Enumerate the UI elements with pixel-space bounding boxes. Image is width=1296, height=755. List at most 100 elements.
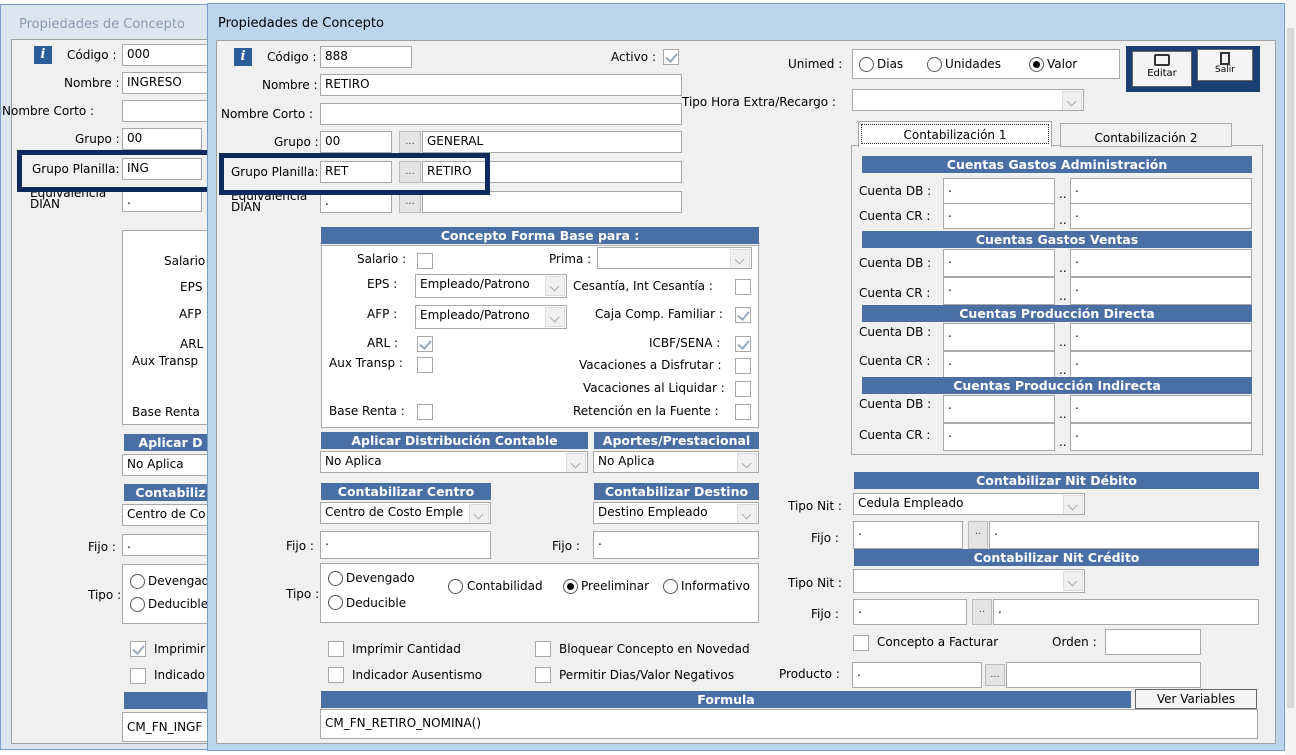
fijo-credito-lookup-button[interactable]: .. <box>972 599 992 625</box>
info-icon[interactable]: i <box>34 46 52 64</box>
salir-button[interactable]: Salir <box>1197 49 1253 81</box>
tipo-deducible-radio[interactable] <box>130 597 145 612</box>
aux-transp-checkbox[interactable] <box>417 357 433 373</box>
eps-chevron-down-icon[interactable] <box>545 276 565 296</box>
tipo-deducible-radio[interactable] <box>328 595 343 610</box>
afp-chevron-down-icon[interactable] <box>545 307 565 327</box>
retencion-checkbox[interactable] <box>735 404 751 420</box>
unimed-valor-radio[interactable] <box>1029 57 1044 72</box>
codigo-field[interactable]: 888 <box>320 46 412 68</box>
codigo-field[interactable]: 000 <box>122 44 217 66</box>
orden-field[interactable] <box>1105 629 1201 655</box>
indicador-ausentismo-checkbox[interactable] <box>328 667 344 683</box>
grupo-field[interactable]: 00 <box>320 131 392 153</box>
tipo-deducible-label: Deducible <box>346 596 407 610</box>
fijo-destino-field[interactable]: . <box>593 531 759 559</box>
tipo-devengado-radio[interactable] <box>328 571 343 586</box>
grupo-lookup-button[interactable]: ... <box>399 131 421 153</box>
retencion-label: Retención en la Fuente : <box>573 404 719 418</box>
aplicar-select[interactable]: No Aplica <box>320 451 588 473</box>
scrollbar-thumb[interactable] <box>1287 28 1294 708</box>
salir-label: Salir <box>1215 65 1235 75</box>
chevron-down-icon[interactable] <box>730 249 750 268</box>
unimed-unidades-radio[interactable] <box>927 57 942 72</box>
producto-field[interactable]: . <box>852 662 982 688</box>
fijo-field[interactable]: . <box>320 531 491 559</box>
formula-field[interactable]: CM_FN_RETIRO_NOMINA() <box>320 709 1258 739</box>
front-window: Propiedades de Concepto i Código : 888 A… <box>207 3 1285 751</box>
tipo-devengado-radio[interactable] <box>130 574 145 589</box>
unimed-dias-radio[interactable] <box>859 57 874 72</box>
tab-contabilizacion-1[interactable]: Contabilización 1 <box>858 121 1052 147</box>
cesantia-checkbox[interactable] <box>735 279 751 295</box>
formula-header <box>124 692 217 709</box>
tipo-nit-credito-select[interactable] <box>853 569 1085 593</box>
nombre-corto-field[interactable] <box>122 100 217 122</box>
imprimir-checkbox[interactable] <box>130 641 146 657</box>
cpd-db-field[interactable]: . <box>943 323 1055 351</box>
chevron-down-icon[interactable] <box>566 453 586 472</box>
cga-cr-field[interactable]: . <box>943 203 1055 229</box>
cpd-cr-field[interactable]: . <box>943 351 1055 379</box>
cpi-db-label: Cuenta DB : <box>859 397 932 411</box>
caja-checkbox[interactable] <box>735 307 751 323</box>
chevron-down-icon[interactable] <box>1063 571 1083 591</box>
nombre-field[interactable]: RETIRO <box>320 74 682 96</box>
salario-checkbox[interactable] <box>417 253 433 269</box>
base-renta-checkbox[interactable] <box>417 404 433 420</box>
equivalencia-field[interactable]: . <box>122 190 202 212</box>
nombre-field[interactable]: INGRESO <box>122 72 217 94</box>
ver-variables-button[interactable]: Ver Variables <box>1135 689 1257 709</box>
nombre-label: Nombre : <box>64 76 120 90</box>
vac-disfrutar-checkbox[interactable] <box>735 358 751 374</box>
fijo-field[interactable]: . <box>122 534 217 556</box>
aportes-select[interactable]: No Aplica <box>593 451 759 473</box>
fijo-debito-field[interactable]: . <box>853 521 963 549</box>
bloquear-checkbox[interactable] <box>535 641 551 657</box>
chevron-down-icon[interactable] <box>1063 495 1083 514</box>
chevron-down-icon[interactable] <box>1062 91 1082 110</box>
arl-checkbox[interactable] <box>417 336 433 352</box>
permitir-negativos-checkbox[interactable] <box>535 667 551 683</box>
centro-select[interactable]: Centro de Co <box>122 504 217 526</box>
prima-select[interactable] <box>597 247 752 269</box>
vac-liquidar-checkbox[interactable] <box>735 381 751 397</box>
cga-db-field[interactable]: . <box>943 178 1055 204</box>
editar-button[interactable]: Editar <box>1132 51 1192 87</box>
imprimir-cantidad-checkbox[interactable] <box>328 641 344 657</box>
tab-contabilizacion-2[interactable]: Contabilización 2 <box>1060 123 1232 147</box>
indicador-checkbox[interactable] <box>130 668 146 684</box>
nombre-corto-label: Nombre Corto : <box>221 107 314 121</box>
tipo-contabilidad-radio[interactable] <box>448 579 463 594</box>
formula-field[interactable]: CM_FN_INGF <box>122 712 217 742</box>
front-window-title: Propiedades de Concepto <box>218 16 384 31</box>
chevron-down-icon[interactable] <box>469 504 489 523</box>
fijo-debito-lookup-button[interactable]: .. <box>968 521 988 549</box>
chevron-down-icon[interactable] <box>737 504 757 523</box>
cpd-header: Cuentas Producción Directa <box>862 305 1252 322</box>
icbf-checkbox[interactable] <box>735 336 751 352</box>
concepto-base-header: Concepto Forma Base para : <box>321 227 759 244</box>
facturar-checkbox[interactable] <box>853 635 869 651</box>
cpi-cr-field[interactable]: . <box>943 423 1055 451</box>
tipo-preeliminar-radio[interactable] <box>563 579 578 594</box>
cpi-cr-desc: . <box>1070 423 1252 451</box>
info-icon[interactable]: i <box>234 48 252 66</box>
activo-checkbox[interactable] <box>663 49 679 65</box>
centro-select[interactable]: Centro de Costo Emple <box>320 502 491 524</box>
fijo-credito-field[interactable]: . <box>853 599 967 625</box>
chevron-down-icon[interactable] <box>737 453 757 472</box>
tipo-hora-select[interactable] <box>852 89 1084 111</box>
cpi-db-field[interactable]: . <box>943 395 1055 423</box>
fijo-destino-label: Fijo : <box>552 539 580 553</box>
producto-desc <box>1006 662 1201 688</box>
producto-lookup-button[interactable]: ... <box>985 664 1005 686</box>
aplicar-select[interactable]: No Aplica <box>122 454 217 476</box>
grupo-field[interactable]: 00 <box>122 128 202 150</box>
tipo-informativo-radio[interactable] <box>663 579 678 594</box>
cgv-db-field[interactable]: . <box>943 249 1055 277</box>
cgv-cr-field[interactable]: . <box>943 277 1055 305</box>
tipo-nit-select[interactable]: Cedula Empleado <box>853 493 1085 515</box>
nombre-corto-field[interactable] <box>320 103 682 125</box>
destino-select[interactable]: Destino Empleado <box>593 502 759 524</box>
